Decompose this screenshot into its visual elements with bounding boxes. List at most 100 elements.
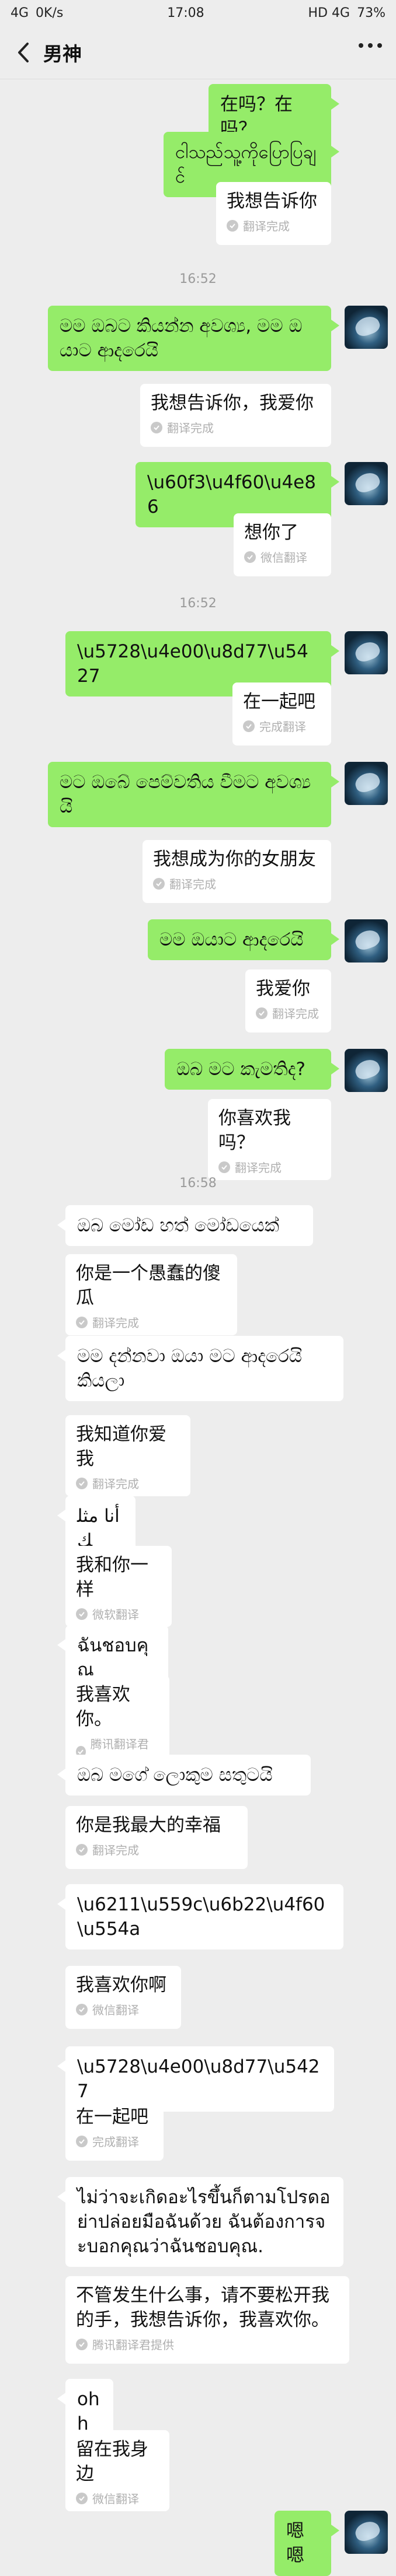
translation-status: 微信翻译 xyxy=(76,2490,159,2507)
translated-text: 你是我最大的幸福 xyxy=(76,1815,221,1836)
network-indicator: 4G xyxy=(11,5,29,20)
message-row: 16:58 xyxy=(0,1176,396,1199)
chat-header: 男神 xyxy=(0,26,396,79)
received-message-bubble[interactable]: ไม่ว่าจะเกิดอะไรขึ้นก็ตามโปรดอย่าปล่อยมื… xyxy=(57,2177,343,2267)
status-time: 17:08 xyxy=(167,5,204,20)
translation-card[interactable]: 想你了 微信翻译 xyxy=(234,513,331,576)
received-message-bubble[interactable]: \u6211\u559c\u6b22\u4f60\u554a xyxy=(57,1884,343,1950)
translation-note: 完成翻译 xyxy=(259,720,306,734)
signal-indicators: HD 4G xyxy=(308,5,350,20)
timestamp: 16:58 xyxy=(179,1176,217,1191)
translation-card[interactable]: 你是我最大的幸福 翻译完成 xyxy=(65,1806,248,1869)
translation-note: 翻译完成 xyxy=(92,1477,139,1491)
message-row: 留在我身边微信翻译 xyxy=(0,2430,396,2511)
message-row: 我想告诉你，我爱你 翻译完成 xyxy=(0,384,396,447)
check-circle-icon xyxy=(256,1007,268,1019)
avatar[interactable] xyxy=(345,919,388,963)
translation-note: 微信翻译 xyxy=(92,2003,139,2017)
translation-note: 微信翻译 xyxy=(92,2492,139,2506)
translation-card[interactable]: 不管发生什么事，请不要松开我的手，我想告诉你，我喜欢你。 腾讯翻译君提供 xyxy=(65,2276,349,2364)
message-row: \u6211\u559c\u6b22\u4f60\u554a xyxy=(0,1884,396,1950)
check-circle-icon xyxy=(227,219,238,232)
message-row: 我想成为你的女朋友 翻译完成 xyxy=(0,840,396,903)
chat-title: 男神 xyxy=(43,42,82,65)
timestamp: 16:52 xyxy=(179,596,217,611)
translated-text: 在一起吧 xyxy=(76,2106,148,2127)
translated-text: 我知道你爱我 xyxy=(76,1424,166,1469)
translation-status: 完成翻译 xyxy=(243,718,321,734)
received-message-bubble[interactable]: ඔබ මෝඩ හත් මෝඩයෙක් xyxy=(57,1205,313,1246)
message-row: 嗯嗯 xyxy=(0,2511,396,2576)
translation-status: 翻译完成 xyxy=(153,875,321,892)
translation-note: 翻译完成 xyxy=(272,1007,319,1021)
back-arrow-icon[interactable] xyxy=(13,42,34,63)
network-speed: 0K/s xyxy=(36,5,64,20)
message-row: 我想告诉你翻译完成 xyxy=(0,182,396,245)
translated-text: 在一起吧 xyxy=(243,691,315,712)
sent-message-bubble[interactable]: මම ඔබට කියන්න අවශ්‍ය, මම ඔයාට ආදරෙයි xyxy=(48,306,339,371)
message-row: \u60f3\u4f60\u4e86 xyxy=(0,462,396,527)
check-circle-icon xyxy=(76,1608,88,1620)
message-row: ไม่ว่าจะเกิดอะไรขึ้นก็ตามโปรดอย่าปล่อยมื… xyxy=(0,2177,396,2267)
translation-card[interactable]: 你是一个愚蠢的傻瓜 翻译完成 xyxy=(65,1254,237,1335)
translation-card[interactable]: 我知道你爱我翻译完成 xyxy=(65,1415,190,1496)
message-row: 我和你一样 微软翻译 xyxy=(0,1546,396,1627)
translated-text: 我爱你 xyxy=(256,978,310,999)
sent-message-bubble[interactable]: ඔබ මට කැමතිද? xyxy=(165,1049,339,1090)
translated-text: 我想告诉你，我爱你 xyxy=(151,393,314,414)
translation-status: 翻译完成 xyxy=(256,1005,321,1021)
translation-card[interactable]: 我想成为你的女朋友 翻译完成 xyxy=(143,840,331,903)
message-row: මම දන්නවා ඔයා මට ආදරෙයි කියලා xyxy=(0,1336,396,1401)
translation-card[interactable]: 我想告诉你，我爱你 翻译完成 xyxy=(140,384,331,447)
more-options-icon[interactable] xyxy=(359,43,382,48)
message-row: ငါသည်သူ့ကိုပြောပြချင် xyxy=(0,132,396,197)
message-row: أنا مثلك xyxy=(0,1496,396,1561)
translated-text: 我喜欢你。 xyxy=(76,1684,130,1730)
status-bar: 4G 0K/s 17:08 HD 4G 73% xyxy=(0,0,396,26)
avatar[interactable] xyxy=(345,462,388,505)
avatar[interactable] xyxy=(345,2511,388,2554)
avatar[interactable] xyxy=(345,631,388,674)
message-row: 不管发生什么事，请不要松开我的手，我想告诉你，我喜欢你。 腾讯翻译君提供 xyxy=(0,2276,396,2364)
message-row: ඔබ මෝඩ හත් මෝඩයෙක් xyxy=(0,1205,396,1246)
translation-card[interactable]: 我爱你翻译完成 xyxy=(245,970,331,1032)
sent-message-bubble[interactable]: 嗯嗯 xyxy=(275,2511,339,2576)
avatar[interactable] xyxy=(345,306,388,349)
message-row: ohh xyxy=(0,2379,396,2444)
message-row: 我知道你爱我翻译完成 xyxy=(0,1415,396,1496)
message-row: ฉันชอบคุณ xyxy=(0,1625,396,1690)
translation-card[interactable]: 我想告诉你翻译完成 xyxy=(216,182,331,245)
translated-text: 留在我身边 xyxy=(76,2439,148,2484)
sent-message-bubble[interactable]: මම ඔයාට ආදරෙයි xyxy=(148,919,339,960)
translation-card[interactable]: 在一起吧 完成翻译 xyxy=(65,2098,164,2161)
message-row: මම ඔයාට ආදරෙයි xyxy=(0,919,396,963)
check-circle-icon xyxy=(76,2492,88,2504)
message-row: 16:52 xyxy=(0,596,396,620)
check-circle-icon xyxy=(153,877,165,890)
message-row: 我爱你翻译完成 xyxy=(0,970,396,1032)
translation-note: 微软翻译 xyxy=(92,1608,139,1622)
timestamp: 16:52 xyxy=(179,272,217,286)
translation-status: 完成翻译 xyxy=(76,2133,153,2150)
message-row: \u5728\u4e00\u8d77\u5427 xyxy=(0,2046,396,2112)
translation-card[interactable]: 在一起吧完成翻译 xyxy=(232,682,331,746)
sent-message-bubble[interactable]: මට ඔබේ පෙම්වතිය වීමට අවශ්‍යයි xyxy=(48,762,339,827)
translation-card[interactable]: 我和你一样 微软翻译 xyxy=(65,1546,172,1627)
received-message-bubble[interactable]: මම දන්නවා ඔයා මට ආදරෙයි කියලා xyxy=(57,1336,343,1401)
translated-text: 我想告诉你 xyxy=(227,191,317,212)
translated-text: 不管发生什么事，请不要松开我的手，我想告诉你，我喜欢你。 xyxy=(76,2285,329,2330)
translation-note: 翻译完成 xyxy=(235,1161,282,1175)
avatar[interactable] xyxy=(345,1049,388,1092)
translation-card[interactable]: 你喜欢我吗？ 翻译完成 xyxy=(208,1099,331,1180)
translated-text: 想你了 xyxy=(244,522,298,543)
check-circle-icon xyxy=(151,421,162,433)
message-row: ඔබ මට කැමතිද? xyxy=(0,1049,396,1092)
received-message-bubble[interactable]: ඔබ මගේ ලොකුම සතුටයි xyxy=(57,1755,311,1796)
message-row: 想你了 微信翻译 xyxy=(0,513,396,576)
translation-card[interactable]: 留在我身边微信翻译 xyxy=(65,2430,169,2511)
translation-status: 微信翻译 xyxy=(244,548,321,565)
avatar[interactable] xyxy=(345,762,388,805)
translation-note: 翻译完成 xyxy=(243,219,290,233)
message-row: 你是一个愚蠢的傻瓜 翻译完成 xyxy=(0,1254,396,1335)
translation-card[interactable]: 我喜欢你啊 微信翻译 xyxy=(65,1966,181,2029)
